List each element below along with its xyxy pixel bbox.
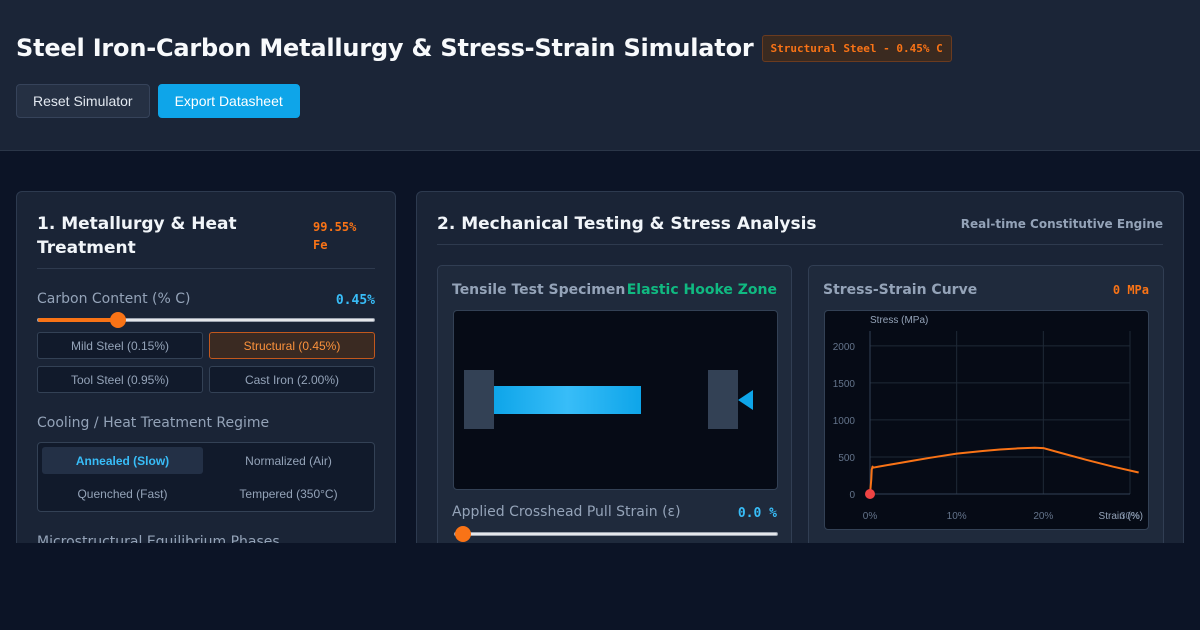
deformation-zone-label: Elastic Hooke Zone [626, 282, 777, 298]
regime-normalized-button[interactable]: Normalized (Air) [208, 447, 369, 474]
material-badge: Structural Steel - 0.45% C [761, 34, 952, 62]
x-tick-label: 0% [863, 511, 878, 522]
stress-strain-svg: 05001000150020000% 10% 20% 30%Stress (MPa)S… [833, 315, 1143, 522]
specimen-graphic [464, 370, 753, 429]
preset-mild-steel-button[interactable]: Mild Steel (0.15%) [37, 332, 203, 359]
metallurgy-title: 1. Metallurgy & Heat Treatment [37, 214, 237, 258]
stress-strain-series [869, 446, 1139, 495]
current-point-marker [865, 489, 875, 499]
curve-title: Stress-Strain Curve [823, 282, 978, 298]
cooling-regime-label: Cooling / Heat Treatment Regime [37, 415, 270, 431]
preset-structural-button[interactable]: Structural (0.45%) [209, 332, 375, 359]
y-tick-label: 500 [838, 453, 855, 464]
specimen-viewport [453, 310, 778, 490]
engine-subtitle: Real-time Constitutive Engine [960, 217, 1163, 231]
strain-slider-thumb[interactable] [455, 526, 471, 542]
strain-value: 0.0 % [737, 506, 777, 521]
export-datasheet-button[interactable]: Export Datasheet [157, 84, 300, 118]
carbon-content-value: 0.45% [335, 293, 375, 308]
page-title: Steel Iron-Carbon Metallurgy & Stress-St… [16, 34, 754, 62]
mechanical-testing-panel: 2. Mechanical Testing & Stress Analysis … [416, 191, 1184, 543]
cooling-regime-selector: Annealed (Slow) Normalized (Air) Quenche… [37, 442, 375, 512]
carbon-content-slider[interactable] [37, 312, 375, 328]
iron-fraction: 99.55% Fe [313, 220, 357, 252]
reset-simulator-button[interactable]: Reset Simulator [16, 84, 150, 118]
x-tick-label: 20% [1033, 511, 1053, 522]
specimen-panel: Tensile Test Specimen Elastic Hooke Zone [437, 265, 792, 543]
phases-label: Microstructural Equilibrium Phases [37, 534, 280, 543]
testing-title: 2. Mechanical Testing & Stress Analysis [437, 214, 817, 234]
right-grip[interactable] [708, 370, 738, 429]
title-row: Steel Iron-Carbon Metallurgy & Stress-St… [16, 34, 952, 62]
curve-panel: Stress-Strain Curve 0 MPa 0 500 1000 1500 20… [808, 265, 1164, 543]
header-actions: Reset Simulator Export Datasheet [16, 84, 300, 118]
carbon-slider-thumb[interactable] [110, 312, 126, 328]
y-tick-label: 0 [849, 490, 855, 501]
carbon-slider-fill [38, 318, 114, 322]
regime-tempered-button[interactable]: Tempered (350°C) [208, 480, 369, 507]
y-tick-label: 2000 [833, 342, 856, 353]
left-grip [464, 370, 494, 429]
stress-strain-chart: 0 500 1000 1500 2000 0% 10% 20% 30% Stress (MPa) S… [824, 310, 1149, 530]
strain-slider[interactable] [454, 526, 778, 542]
pull-arrow-icon [738, 390, 753, 410]
current-stress-value: 0 MPa [1112, 283, 1149, 297]
app-header: Steel Iron-Carbon Metallurgy & Stress-St… [0, 0, 1200, 151]
y-axis-label: Stress (MPa) [870, 315, 928, 326]
x-tick-label: 10% [947, 511, 967, 522]
regime-quenched-button[interactable]: Quenched (Fast) [42, 480, 203, 507]
divider [437, 244, 1163, 245]
strain-label: Applied Crosshead Pull Strain (ε) [452, 504, 681, 520]
y-tick-label: 1000 [833, 416, 856, 427]
x-axis-label: Strain (%) [1099, 511, 1143, 522]
divider [37, 268, 375, 269]
carbon-content-label: Carbon Content (% C) [37, 291, 191, 307]
specimen-bar [494, 386, 641, 414]
preset-tool-steel-button[interactable]: Tool Steel (0.95%) [37, 366, 203, 393]
y-tick-label: 1500 [833, 379, 856, 390]
metallurgy-panel: 1. Metallurgy & Heat Treatment 99.55% Fe… [16, 191, 396, 543]
specimen-title: Tensile Test Specimen [452, 282, 626, 298]
preset-cast-iron-button[interactable]: Cast Iron (2.00%) [209, 366, 375, 393]
regime-annealed-button[interactable]: Annealed (Slow) [42, 447, 203, 474]
main-content: 1. Metallurgy & Heat Treatment 99.55% Fe… [0, 151, 1200, 543]
